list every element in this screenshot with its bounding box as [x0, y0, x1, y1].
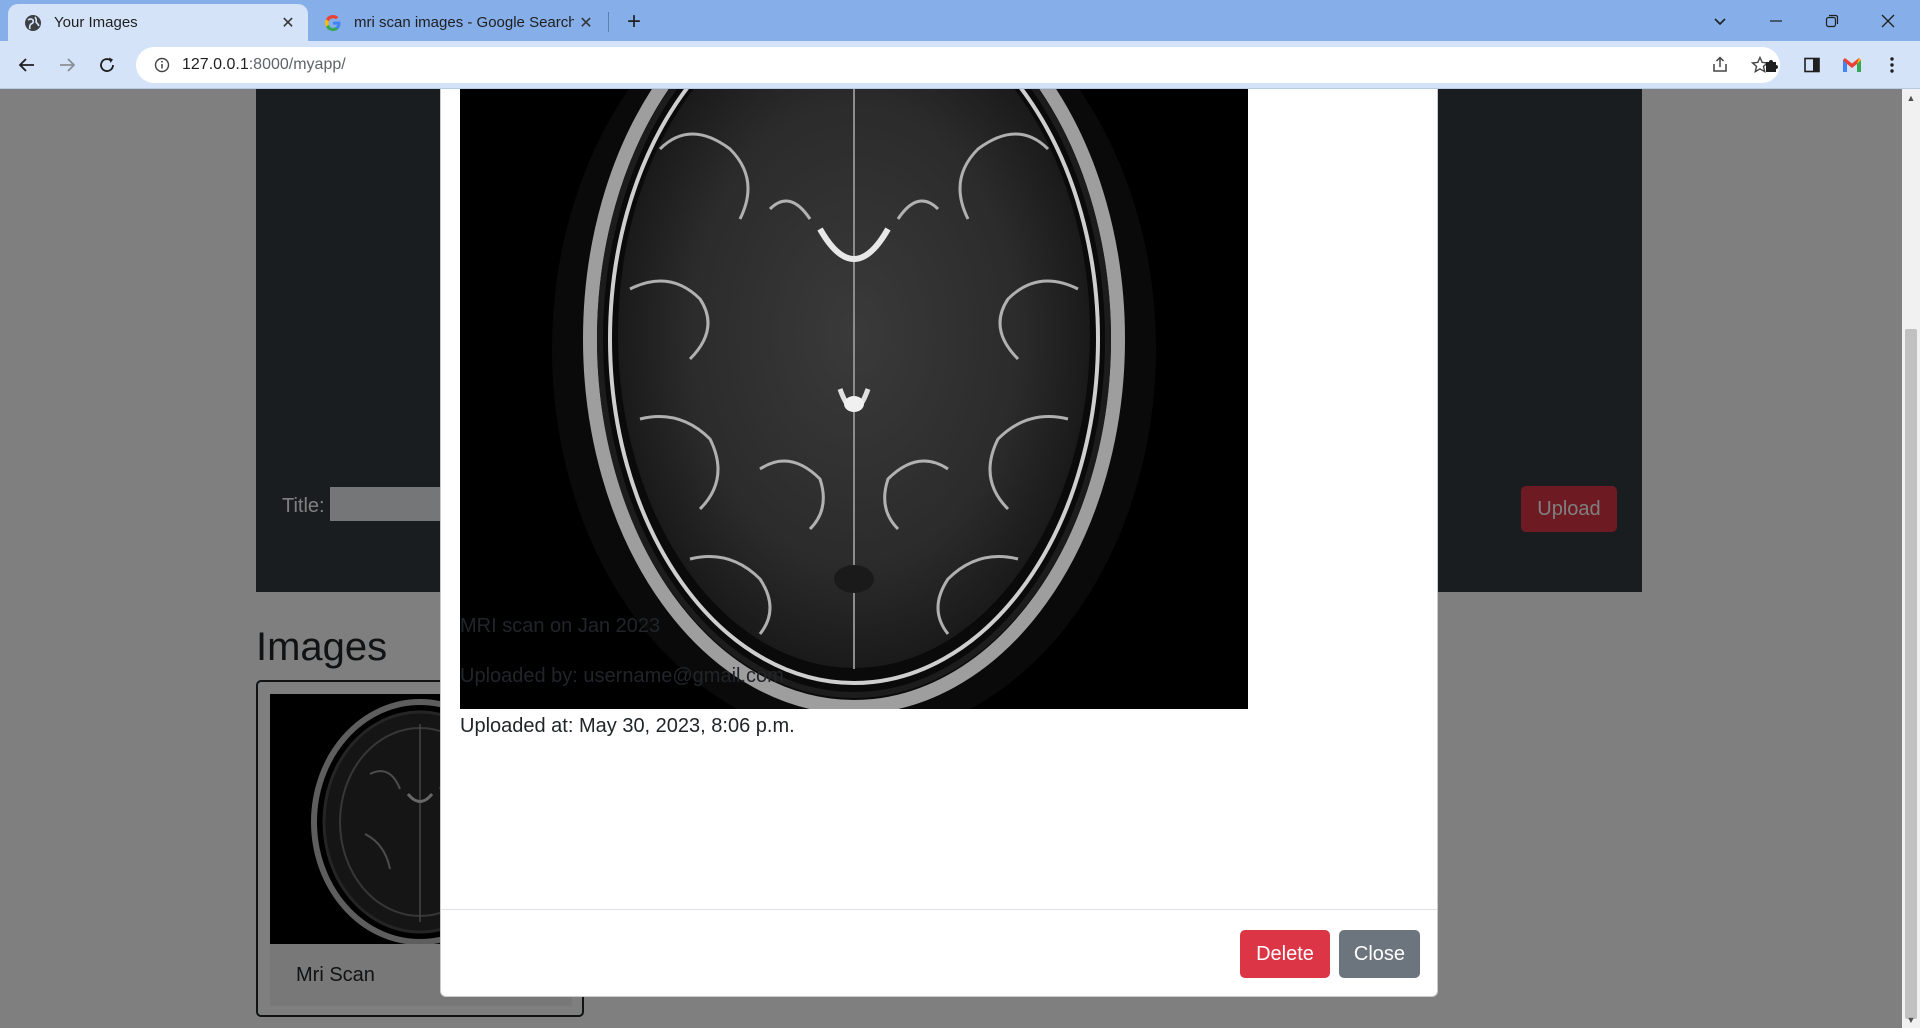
address-bar[interactable]: 127.0.0.1:8000/myapp/ — [136, 47, 1780, 83]
scroll-thumb[interactable] — [1905, 329, 1917, 1019]
gmail-icon[interactable] — [1836, 49, 1868, 81]
image-modal: MRI scan on Jan 2023 Uploaded by: userna… — [440, 89, 1438, 997]
tab-search-icon[interactable] — [1692, 0, 1748, 41]
url-path: :8000/myapp/ — [248, 56, 346, 73]
site-info-icon[interactable] — [142, 57, 182, 73]
page-scrollbar[interactable]: ▲ ▼ — [1902, 89, 1920, 1028]
image-description: MRI scan on Jan 2023 — [460, 615, 661, 637]
url-host: 127.0.0.1 — [182, 56, 249, 73]
close-button[interactable]: Close — [1339, 930, 1420, 978]
restore-icon[interactable] — [1804, 0, 1860, 41]
reload-icon[interactable] — [91, 49, 123, 81]
delete-button[interactable]: Delete — [1240, 930, 1330, 978]
minimize-icon[interactable] — [1748, 0, 1804, 41]
scroll-down-icon[interactable]: ▼ — [1902, 1011, 1920, 1028]
tab-google-search[interactable]: mri scan images - Google Search ✕ — [316, 4, 606, 41]
share-icon[interactable] — [1700, 47, 1740, 83]
globe-icon — [24, 14, 42, 32]
forward-icon[interactable] — [51, 49, 83, 81]
scroll-up-icon[interactable]: ▲ — [1902, 89, 1920, 106]
url-text: 127.0.0.1:8000/myapp/ — [182, 56, 1700, 74]
page-viewport: Title: Upload Images Mri Scan — [0, 89, 1902, 1028]
browser-toolbar: 127.0.0.1:8000/myapp/ — [0, 41, 1920, 89]
close-tab-icon[interactable]: ✕ — [574, 11, 598, 35]
tab-your-images[interactable]: Your Images ✕ — [8, 4, 308, 41]
close-tab-icon[interactable]: ✕ — [276, 11, 300, 35]
tab-separator — [608, 12, 609, 32]
extensions-puzzle-icon[interactable] — [1756, 49, 1788, 81]
browser-tabstrip: Your Images ✕ mri scan images - Google S… — [0, 0, 1920, 41]
browser-menu-icon[interactable] — [1876, 49, 1908, 81]
tab-title: Your Images — [54, 14, 138, 31]
google-icon — [324, 14, 342, 32]
uploaded-at: Uploaded at: May 30, 2023, 8:06 p.m. — [460, 715, 795, 737]
back-icon[interactable] — [11, 49, 43, 81]
uploaded-by: Uploaded by: username@gmail.com — [460, 665, 784, 687]
tab-title: mri scan images - Google Search — [354, 14, 574, 31]
close-window-icon[interactable] — [1860, 0, 1916, 41]
modal-footer: Delete Close — [441, 909, 1437, 997]
side-panel-icon[interactable] — [1796, 49, 1828, 81]
new-tab-icon[interactable]: + — [620, 8, 648, 36]
